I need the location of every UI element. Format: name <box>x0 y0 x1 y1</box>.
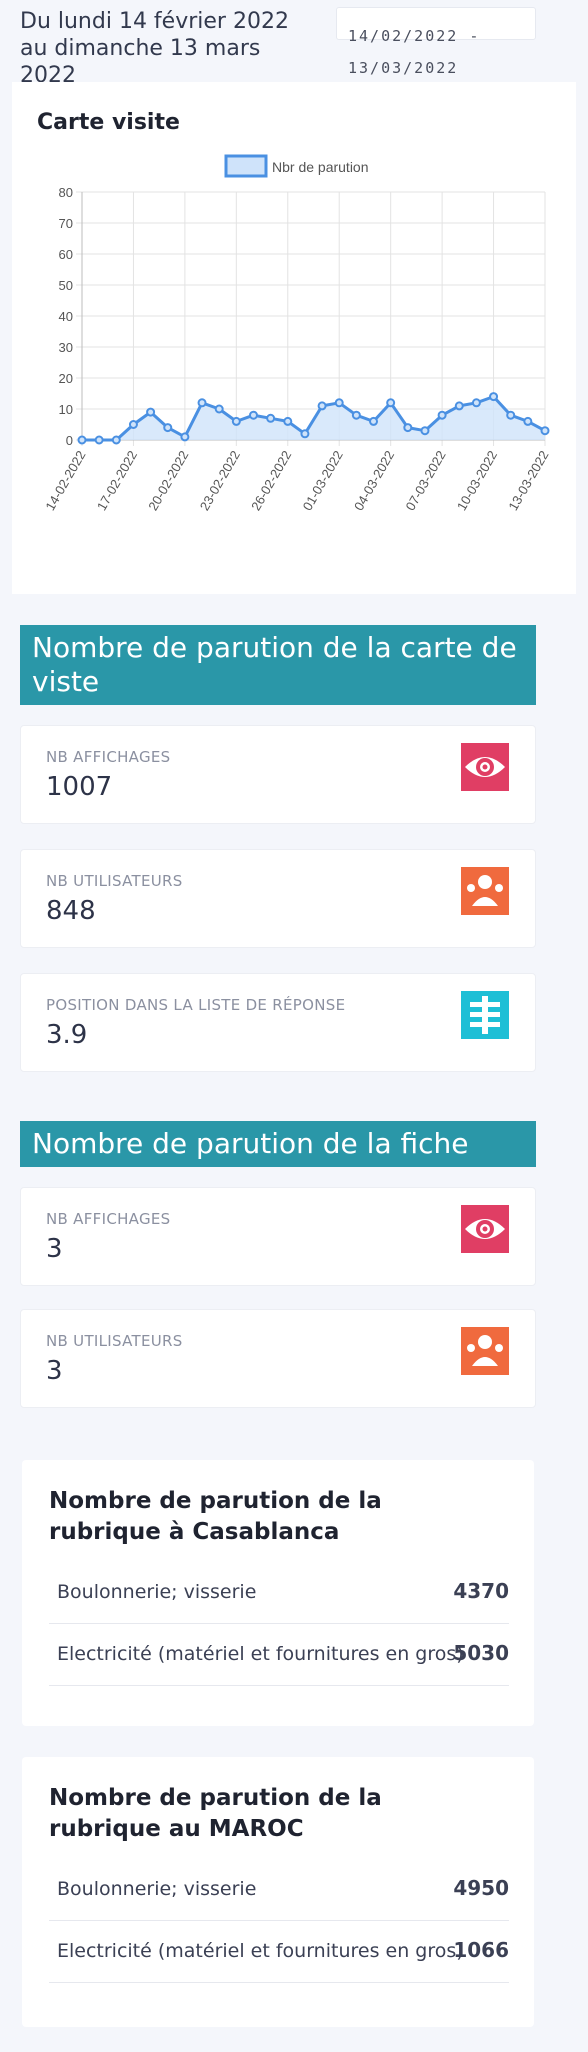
section-title-carte: Nombre de parution de la carte de viste <box>20 625 536 705</box>
data-point <box>300 429 310 439</box>
data-point <box>540 426 550 436</box>
rubrique-count: 1066 <box>453 1938 509 1962</box>
x-tick-label: 10-03-2022 <box>454 448 500 513</box>
data-point <box>369 416 379 426</box>
rubrique-count: 4370 <box>453 1579 509 1603</box>
data-point <box>386 398 396 408</box>
legend-label: Nbr de parution <box>272 159 369 175</box>
period-header: Du lundi 14 février 2022 au dimanche 13 … <box>0 0 588 88</box>
data-point <box>94 435 104 445</box>
y-tick-label: 50 <box>59 278 73 293</box>
rubrique-maroc-card: Nombre de parution de la rubrique au MAR… <box>22 1757 534 2027</box>
eye-icon <box>461 1205 509 1253</box>
y-tick-label: 10 <box>59 402 73 417</box>
x-tick-label: 20-02-2022 <box>145 448 191 513</box>
rubrique-count: 4950 <box>453 1876 509 1900</box>
period-text: Du lundi 14 février 2022 au dimanche 13 … <box>20 9 289 88</box>
stat-label: NB UTILISATEURS <box>46 1332 183 1350</box>
y-tick-label: 0 <box>66 433 73 448</box>
y-tick-label: 70 <box>59 216 73 231</box>
list-item: Boulonnerie; visserie 4370 <box>49 1562 509 1624</box>
data-point <box>163 423 173 433</box>
x-tick-label: 23-02-2022 <box>197 448 243 513</box>
rubrique-maroc-title: Nombre de parution de la rubrique au MAR… <box>49 1785 382 1842</box>
stat-value: 3 <box>46 1356 63 1386</box>
x-tick-label: 17-02-2022 <box>94 448 140 513</box>
parution-line-chart: 0 10 20 30 40 50 60 70 80 14-02-2022 17-02-2022 20-… <box>42 154 552 513</box>
stat-value: 1007 <box>46 772 113 802</box>
data-point <box>403 423 413 433</box>
data-point <box>248 410 258 420</box>
rubrique-name: Electricité (matériel et fournitures en … <box>57 1940 464 1962</box>
rubrique-name: Boulonnerie; visserie <box>57 1581 257 1603</box>
stat-card-position: POSITION DANS LA LISTE DE RÉPONSE 3.9 <box>20 973 536 1072</box>
data-point <box>266 413 276 423</box>
y-tick-label: 60 <box>59 247 73 262</box>
section-title-fiche: Nombre de parution de la fiche <box>20 1121 536 1167</box>
rubrique-casablanca-card: Nombre de parution de la rubrique à Casa… <box>22 1460 534 1726</box>
stat-value: 3.9 <box>46 1020 88 1050</box>
legend-swatch <box>224 154 268 178</box>
stat-card-affichages: NB AFFICHAGES 3 <box>20 1187 536 1286</box>
y-tick-label: 20 <box>59 371 73 386</box>
list-position-icon <box>461 991 509 1039</box>
y-tick-label: 80 <box>59 185 73 200</box>
data-point <box>283 416 293 426</box>
data-point <box>146 407 156 417</box>
stat-label: NB AFFICHAGES <box>46 748 171 766</box>
data-point <box>128 420 138 429</box>
data-point <box>437 410 447 420</box>
x-tick-label: 26-02-2022 <box>248 448 294 513</box>
data-point <box>334 398 344 408</box>
date-range-value[interactable]: 14/02/2022 - 13/03/2022 <box>348 20 498 84</box>
x-tick-label: 14-02-2022 <box>42 448 88 513</box>
stat-label: NB UTILISATEURS <box>46 872 183 890</box>
stat-card-affichages: NB AFFICHAGES 1007 <box>20 725 536 824</box>
data-point <box>420 426 430 436</box>
data-point <box>231 416 241 426</box>
x-tick-label: 13-03-2022 <box>505 448 551 513</box>
rubrique-name: Electricité (matériel et fournitures en … <box>57 1643 464 1665</box>
stat-label: NB AFFICHAGES <box>46 1210 171 1228</box>
data-point <box>506 410 516 420</box>
stat-value: 3 <box>46 1234 63 1264</box>
eye-icon <box>461 743 509 791</box>
stat-card-utilisateurs: NB UTILISATEURS 848 <box>20 849 536 948</box>
data-point <box>111 435 121 445</box>
chart-card: Carte visite 0 10 20 30 40 50 60 70 80 14-02-2022… <box>12 82 576 594</box>
users-icon <box>461 1327 509 1375</box>
rubrique-count: 5030 <box>453 1641 509 1665</box>
stat-card-utilisateurs: NB UTILISATEURS 3 <box>20 1309 536 1408</box>
list-item: Boulonnerie; visserie 4950 <box>49 1859 509 1921</box>
data-point <box>523 416 533 426</box>
data-point <box>77 435 87 445</box>
x-tick-label: 01-03-2022 <box>300 448 346 513</box>
data-point <box>317 401 327 411</box>
data-point <box>454 401 464 411</box>
stat-label: POSITION DANS LA LISTE DE RÉPONSE <box>46 996 346 1014</box>
data-point <box>180 432 190 442</box>
data-point <box>197 398 207 408</box>
y-tick-label: 30 <box>59 340 73 355</box>
y-tick-label: 40 <box>59 309 73 324</box>
data-point <box>489 392 499 402</box>
data-point <box>214 404 224 414</box>
stat-value: 848 <box>46 896 96 926</box>
rubrique-casablanca-title: Nombre de parution de la rubrique à Casa… <box>49 1488 382 1545</box>
users-icon <box>461 867 509 915</box>
list-item: Electricité (matériel et fournitures en … <box>49 1624 509 1686</box>
data-point <box>351 410 361 420</box>
rubrique-name: Boulonnerie; visserie <box>57 1878 257 1900</box>
x-tick-label: 04-03-2022 <box>351 448 397 513</box>
list-item: Electricité (matériel et fournitures en … <box>49 1921 509 1983</box>
x-tick-label: 07-03-2022 <box>402 448 448 513</box>
data-point <box>471 398 481 408</box>
